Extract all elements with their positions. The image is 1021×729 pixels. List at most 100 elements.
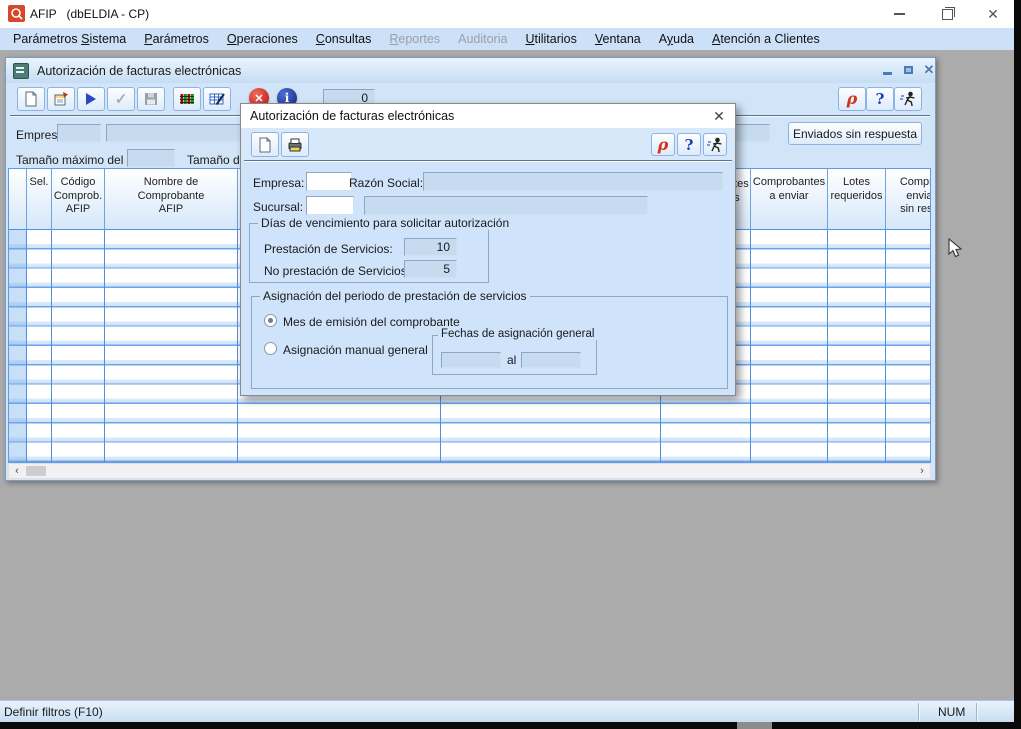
print-icon: [287, 137, 303, 153]
grid-line: [104, 230, 105, 462]
help-icon: ?: [685, 136, 694, 154]
radio-mes-emision[interactable]: [264, 314, 277, 327]
new-button[interactable]: [17, 87, 45, 111]
empresa-code-field[interactable]: [57, 124, 101, 142]
radio-mes-emision-label[interactable]: Mes de emisión del comprobante: [283, 315, 460, 329]
menu-item-utilitarios[interactable]: Utilitarios: [516, 29, 585, 49]
app-titlebar: AFIP (dbELDIA - CP) ✕: [0, 0, 1014, 28]
dias-vencimiento-title: Días de vencimiento para solicitar autor…: [258, 216, 512, 230]
filter-rho-button[interactable]: ρ: [838, 87, 866, 111]
num-lock-indicator: NUM: [938, 705, 965, 719]
status-divider: [918, 703, 920, 721]
screen-right-edge: [1014, 0, 1021, 729]
dias-vencimiento-group: Días de vencimiento para solicitar autor…: [249, 223, 489, 283]
dialog-toolbar: ρ?: [241, 128, 735, 160]
menu-item-par-metros-sistema[interactable]: Parámetros Sistema: [4, 29, 135, 49]
row-selector-column[interactable]: [9, 230, 27, 462]
filter-rho-icon: ρ: [658, 138, 669, 152]
fecha-hasta-field: [521, 352, 581, 368]
child-titlebar[interactable]: Autorización de facturas electrónicas ✕: [6, 58, 935, 83]
menu-item-par-metros[interactable]: Parámetros: [135, 29, 218, 49]
column-header-2[interactable]: CódigoComprob.AFIP: [52, 169, 105, 230]
column-header-3[interactable]: Nombre deComprobanteAFIP: [105, 169, 238, 230]
filter-rho-button[interactable]: ρ: [651, 133, 675, 156]
run-button[interactable]: [77, 87, 105, 111]
prestacion-label: Prestación de Servicios:: [264, 242, 393, 256]
properties-button[interactable]: [47, 87, 75, 111]
exit-button[interactable]: [894, 87, 922, 111]
column-header-0[interactable]: [9, 169, 27, 230]
horizontal-scrollbar[interactable]: ‹ ›: [8, 463, 931, 479]
lote-field[interactable]: [127, 149, 175, 167]
autorizacion-dialog: Autorización de facturas electrónicas ✕ …: [240, 103, 736, 396]
exit-icon: [899, 91, 917, 107]
radio-asignacion-manual[interactable]: [264, 342, 277, 355]
child-minimize-button[interactable]: [878, 62, 896, 78]
dialog-razon-label: Razón Social:: [349, 176, 423, 190]
dialog-empresa-field[interactable]: [306, 172, 352, 191]
window-icon: [13, 63, 29, 79]
dialog-sucursal-field[interactable]: [306, 196, 354, 215]
enviados-sin-respuesta-button[interactable]: Enviados sin respuesta: [788, 122, 922, 145]
menu-item-ventana[interactable]: Ventana: [586, 29, 650, 49]
scroll-left-arrow[interactable]: ‹: [9, 464, 25, 478]
dialog-close-button[interactable]: ✕: [711, 108, 727, 124]
scroll-right-arrow[interactable]: ›: [914, 464, 930, 478]
menu-item-auditoria: Auditoria: [449, 29, 516, 49]
grid-line: [750, 230, 751, 462]
status-message: Definir filtros (F10): [4, 705, 103, 719]
dialog-title: Autorización de facturas electrónicas: [250, 109, 454, 123]
save-icon: [143, 91, 159, 107]
run-icon: [86, 93, 96, 105]
save-button[interactable]: [137, 87, 165, 111]
child-close-button[interactable]: ✕: [920, 62, 938, 78]
status-divider: [976, 703, 978, 721]
filter-rho-icon: ρ: [847, 92, 858, 106]
menu-item-ayuda[interactable]: Ayuda: [650, 29, 703, 49]
radio-asignacion-manual-label[interactable]: Asignación manual general: [283, 343, 428, 357]
dialog-toolbar-separator: [244, 160, 732, 162]
menu-item-reportes: Reportes: [380, 29, 449, 49]
column-header-8[interactable]: Lotesrequeridos: [828, 169, 886, 230]
grid-line: [885, 230, 886, 462]
column-header-7[interactable]: Comprobantesa enviar: [751, 169, 828, 230]
print-button[interactable]: [281, 132, 309, 157]
menu-item-consultas[interactable]: Consultas: [307, 29, 381, 49]
taskbar-notch: [737, 722, 772, 729]
child-window-title: Autorización de facturas electrónicas: [37, 64, 241, 78]
menu-item-atenci-n-a-clientes[interactable]: Atención a Clientes: [703, 29, 829, 49]
help-button[interactable]: ?: [677, 133, 701, 156]
help-button[interactable]: ?: [866, 87, 894, 111]
fechas-asignacion-title: Fechas de asignación general: [438, 328, 597, 340]
asignacion-periodo-group: Asignación del periodo de prestación de …: [251, 296, 728, 389]
exit-icon: [706, 137, 724, 153]
app-icon: [8, 5, 25, 22]
application-window: AFIP (dbELDIA - CP) ✕ Parámetros Sistema…: [0, 0, 1014, 722]
columns-button[interactable]: [173, 87, 201, 111]
restore-icon: [942, 9, 953, 20]
grid-line: [51, 230, 52, 462]
column-header-1[interactable]: Sel.: [27, 169, 52, 230]
column-header-9[interactable]: Comprobaenviadosin respue: [886, 169, 931, 230]
close-button[interactable]: ✕: [972, 0, 1014, 28]
restore-button[interactable]: [926, 0, 968, 28]
confirm-button[interactable]: ✓: [107, 87, 135, 111]
minimize-icon: [883, 72, 892, 75]
menu-item-operaciones[interactable]: Operaciones: [218, 29, 307, 49]
new-icon: [23, 91, 39, 107]
new-button[interactable]: [251, 132, 279, 157]
dialog-razon-field: [423, 172, 723, 191]
dialog-titlebar[interactable]: Autorización de facturas electrónicas: [241, 104, 735, 128]
exit-button[interactable]: [703, 133, 727, 156]
minimize-icon: [894, 13, 905, 15]
app-title: AFIP (dbELDIA - CP): [30, 7, 149, 21]
minimize-button[interactable]: [878, 0, 920, 28]
scrollbar-thumb[interactable]: [26, 466, 46, 476]
properties-icon: [53, 91, 69, 107]
fecha-desde-field: [441, 352, 501, 368]
child-maximize-button[interactable]: [899, 62, 917, 78]
grid-edit-button[interactable]: [203, 87, 231, 111]
confirm-icon: ✓: [115, 90, 128, 108]
close-icon: ✕: [987, 7, 999, 21]
fechas-asignacion-group: Fechas de asignación general al: [432, 335, 597, 375]
